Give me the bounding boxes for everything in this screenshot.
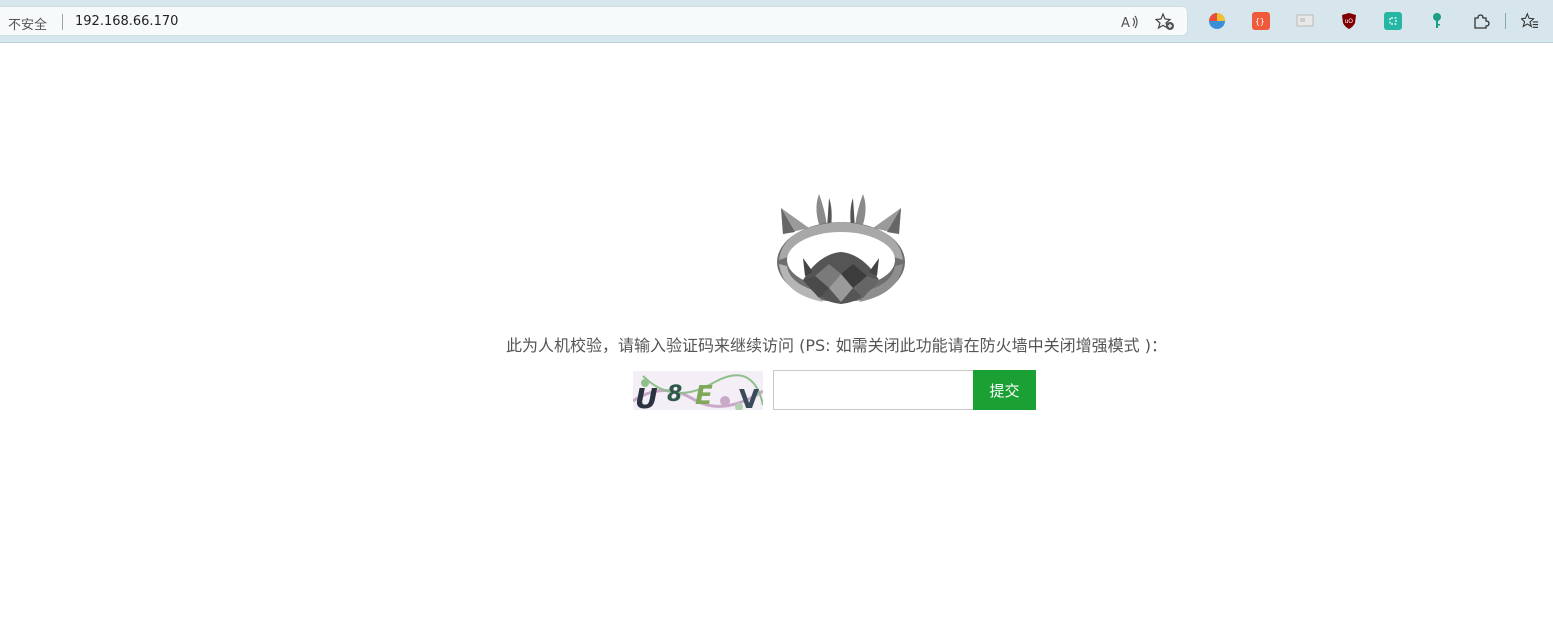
favorites-list-icon[interactable] (1521, 12, 1539, 30)
ext-json-icon[interactable]: {} (1252, 12, 1270, 30)
url-text[interactable]: 192.168.66.170 (75, 14, 178, 29)
verification-prompt: 此为人机校验，请输入验证码来继续访问 (PS: 如需关闭此功能请在防火墙中关闭增… (0, 332, 1553, 356)
address-divider (62, 14, 63, 30)
ext-ublock-icon[interactable]: uO (1340, 12, 1358, 30)
prompt-label: 此为人机校验，请输入验证码来继续访问 (PS: 如需关闭此功能请在防火墙中关闭增… (506, 336, 1167, 355)
add-favorite-icon[interactable] (1155, 12, 1175, 32)
browser-toolbar: 不安全 192.168.66.170 A {} uO (0, 0, 1553, 43)
captcha-input[interactable] (773, 370, 973, 410)
svg-text:A: A (1121, 16, 1130, 30)
captcha-char-3: E (695, 381, 713, 410)
ext-colorful-icon[interactable] (1208, 12, 1226, 30)
captcha-char-2: 8 (667, 382, 682, 407)
toolbar-divider (1505, 13, 1506, 29)
svg-text:{}: {} (1255, 17, 1265, 26)
security-label[interactable]: 不安全 (8, 14, 47, 33)
svg-text:uO: uO (1345, 18, 1354, 25)
captcha-char-4: V (739, 385, 759, 410)
ext-key-icon[interactable] (1428, 12, 1446, 30)
address-bar[interactable]: 不安全 192.168.66.170 A (0, 6, 1188, 36)
read-aloud-icon[interactable]: A (1120, 12, 1140, 32)
ext-teal-icon[interactable] (1384, 12, 1402, 30)
submit-button[interactable]: 提交 (973, 370, 1036, 410)
captcha-char-1: U (635, 382, 658, 410)
firewall-logo (773, 190, 909, 306)
ext-gray-icon[interactable] (1296, 12, 1314, 30)
captcha-image[interactable]: U 8 E V (633, 371, 763, 410)
extensions-puzzle-icon[interactable] (1472, 12, 1490, 30)
